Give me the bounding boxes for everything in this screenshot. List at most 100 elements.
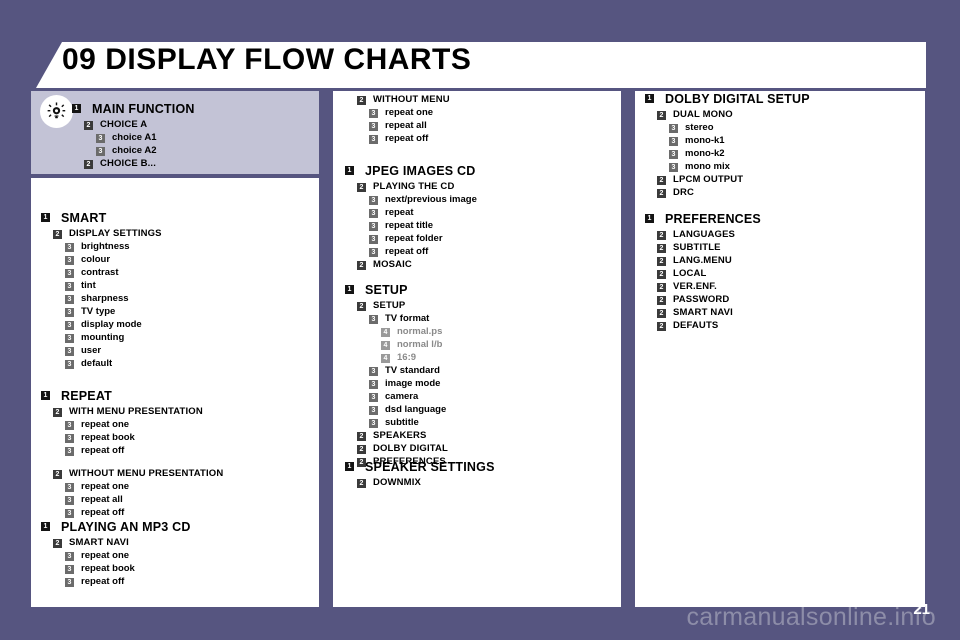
tree-node-label: repeat book	[81, 431, 135, 443]
tree-node-level-2: 2 DRC	[657, 187, 810, 198]
tree-node-level-1: 1 SPEAKER SETTINGS	[345, 461, 495, 474]
tree-node-level-2: 2 LANG.MENU	[657, 255, 761, 266]
tree-node-level-2: 2 WITHOUT MENU	[357, 95, 450, 105]
section-repeat: 1 REPEAT 2 WITH MENU PRESENTATION 3 repeat on…	[41, 390, 223, 521]
tree-node-level-3: 3 choice A1	[96, 132, 302, 143]
tree-node-label: SPEAKERS	[373, 429, 427, 441]
tree-node-label: PLAYING AN MP3 CD	[61, 520, 191, 534]
tree-node-label: dsd language	[385, 403, 447, 415]
tree-node-level-2: 2 CHOICE A	[84, 118, 302, 130]
level-badge-icon: 3	[369, 379, 378, 389]
tree-node-label: repeat	[385, 206, 414, 218]
tree-node-level-3: 3 sharpness	[65, 293, 162, 304]
section-jpeg-images-cd: 1 JPEG IMAGES CD 2 PLAYING THE CD 3 next/prev…	[345, 165, 477, 273]
tree-node-label: repeat off	[385, 133, 429, 144]
tree-node-level-1: 1 PREFERENCES	[645, 213, 761, 226]
tree-node-level-2: 2 LANGUAGES	[657, 229, 761, 240]
tree-node-label: display mode	[81, 318, 142, 330]
tree-node-label: CHOICE A	[100, 118, 148, 130]
level-badge-icon: 1	[345, 462, 354, 471]
section-setup: 1 SETUP 2 SETUP 3 TV format 4 normal.ps 4 normal …	[345, 284, 448, 470]
level-badge-icon: 2	[357, 431, 366, 441]
tree-node-level-2: 2 WITHOUT MENU PRESENTATION	[53, 468, 223, 479]
tree-node-level-3: 3 tint	[65, 279, 162, 291]
tree-node-label: normal.ps	[397, 325, 443, 337]
tree-node-label: repeat one	[81, 480, 130, 492]
tree-node-label: repeat title	[385, 219, 434, 231]
tree-node-label: JPEG IMAGES CD	[365, 164, 476, 178]
level-badge-icon: 2	[657, 308, 666, 318]
tree-node-level-2: 2 PASSWORD	[657, 294, 761, 305]
tree-node-level-1: 1 DOLBY DIGITAL SETUP	[645, 93, 810, 106]
level-badge-icon: 2	[53, 407, 62, 417]
tree-node-label: REPEAT	[61, 389, 112, 403]
tree-node-label: CHOICE B...	[100, 157, 157, 169]
tree-node-level-1: 1 REPEAT	[41, 390, 223, 403]
tree-node-label: TV format	[385, 312, 430, 324]
tree-node-label: SETUP	[373, 299, 406, 311]
tree-node-label: contrast	[81, 266, 119, 278]
page-number: 21	[913, 601, 930, 618]
tree-node-level-1: 1 PLAYING AN MP3 CD	[41, 521, 191, 534]
level-badge-icon: 2	[657, 282, 666, 292]
tree-node-level-2: 2 SUBTITLE	[657, 241, 761, 253]
level-badge-icon: 2	[357, 96, 366, 105]
level-badge-icon: 2	[357, 260, 366, 270]
level-badge-icon: 3	[65, 420, 74, 430]
level-badge-icon: 4	[381, 353, 390, 363]
tree-node-label: MOSAIC	[373, 258, 412, 270]
legend-underline-divider	[31, 174, 319, 178]
tree-node-label: image mode	[385, 377, 441, 389]
tree-node-label: repeat one	[385, 107, 434, 118]
tree-node-level-3: 3 repeat one	[369, 108, 450, 118]
tree-node-level-3: 3 TV type	[65, 306, 162, 317]
tree-node-level-3: 3 repeat off	[65, 507, 223, 518]
tree-node-level-3: 3 brightness	[65, 240, 162, 252]
level-badge-icon: 3	[369, 405, 378, 415]
level-badge-icon: 2	[657, 175, 666, 185]
tree-node-level-2: 2 DUAL MONO	[657, 108, 810, 120]
level-badge-icon: 1	[41, 213, 50, 222]
tree-node-label: WITHOUT MENU	[373, 94, 450, 105]
tree-node-level-3: 3 repeat off	[65, 576, 191, 587]
level-badge-icon: 3	[96, 133, 105, 143]
tree-node-label: brightness	[81, 240, 130, 252]
tree-node-level-3: 3 stereo	[669, 122, 810, 133]
tree-node-label: repeat all	[385, 120, 427, 131]
tree-node-level-3: 3 repeat off	[369, 134, 450, 144]
tree-node-level-2: 2 DISPLAY SETTINGS	[53, 227, 162, 239]
tree-node-label: MAIN FUNCTION	[92, 102, 195, 116]
level-badge-icon: 3	[669, 162, 678, 172]
tree-node-level-3: 3 display mode	[65, 318, 162, 330]
tree-node-label: repeat one	[81, 549, 130, 561]
tree-node-label: SPEAKER SETTINGS	[365, 460, 495, 474]
tree-node-level-3: 3 repeat book	[65, 563, 191, 574]
tree-node-label: SUBTITLE	[673, 241, 721, 253]
tree-node-label: mono-k2	[685, 147, 725, 159]
tree-node-level-3: 3 mono mix	[669, 160, 810, 172]
tree-node-label: choice A2	[112, 144, 157, 156]
level-badge-icon: 2	[84, 159, 93, 169]
level-badge-icon: 3	[369, 109, 378, 118]
tree-node-level-3: 3 mounting	[65, 332, 162, 343]
level-badge-icon: 3	[369, 208, 378, 218]
tree-node-label: repeat off	[81, 444, 125, 456]
tree-node-level-4: 4 normal l/b	[381, 339, 448, 350]
tree-node-label: DOWNMIX	[373, 476, 422, 488]
tree-node-label: camera	[385, 390, 419, 402]
level-badge-icon: 3	[669, 136, 678, 146]
tree-node-level-3: 3 repeat book	[65, 431, 223, 443]
tree-node-level-3: 3 repeat all	[369, 121, 450, 131]
section-without-menu: 2 WITHOUT MENU 3 repeat one 3 repeat all 3 repe…	[345, 95, 450, 147]
tree-node-label: mono mix	[685, 160, 730, 172]
tree-node-label: DUAL MONO	[673, 108, 733, 120]
tree-node-label: tint	[81, 279, 96, 291]
tree-node-level-1: 1 MAIN FUNCTION	[72, 103, 302, 116]
tree-node-label: LPCM OUTPUT	[673, 173, 744, 185]
tree-node-level-3: 3 repeat off	[369, 246, 477, 257]
level-badge-icon: 2	[657, 321, 666, 331]
level-badge-icon: 2	[357, 182, 366, 192]
tree-node-level-4: 4 16:9	[381, 352, 448, 363]
tree-node-label: DISPLAY SETTINGS	[69, 227, 162, 239]
tree-node-label: repeat all	[81, 493, 123, 505]
